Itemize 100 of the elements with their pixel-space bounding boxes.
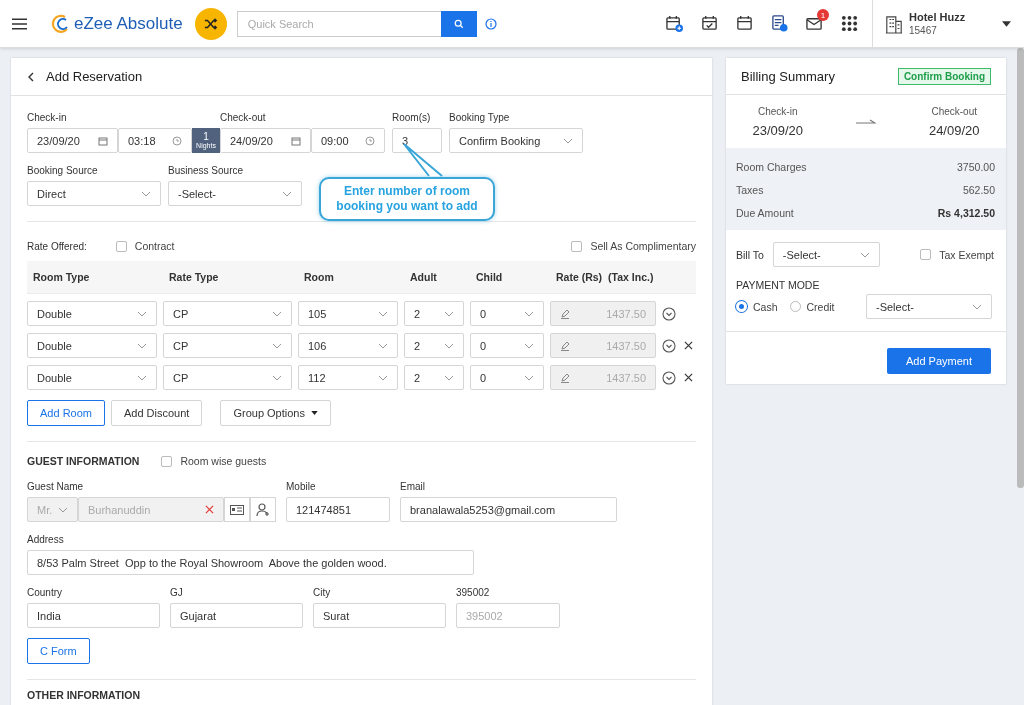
panel-title: Billing Summary — [741, 68, 835, 84]
pencil-icon — [560, 308, 570, 319]
chevron-down-icon — [282, 190, 292, 197]
chevron-down-icon — [137, 310, 147, 317]
date-value: 24/09/20 — [928, 122, 980, 138]
location-field[interactable]: Gujarat — [170, 603, 303, 628]
payment-dropdown[interactable]: -Select- — [866, 294, 992, 319]
field-label: Check-in — [27, 112, 68, 123]
table-dropdown[interactable]: 0 — [470, 333, 544, 358]
table-dropdown[interactable]: Double — [27, 301, 157, 326]
chevron-down-icon — [137, 342, 147, 349]
chevron-down-icon — [859, 251, 870, 258]
radio-label: Credit — [806, 300, 835, 313]
expand-icon[interactable] — [662, 338, 676, 353]
checkbox[interactable] — [161, 455, 173, 467]
chevron-down-icon — [524, 342, 534, 349]
bill-to-dropdown[interactable]: -Select- — [772, 242, 880, 267]
table-dropdown[interactable]: CP — [163, 365, 292, 390]
invoice-icon[interactable] — [771, 15, 788, 32]
date-field[interactable]: 24/09/20 — [220, 128, 311, 153]
chevron-down-icon — [444, 310, 454, 317]
search-button[interactable] — [440, 10, 477, 37]
checkbox[interactable] — [920, 249, 932, 260]
back-icon[interactable] — [28, 71, 34, 82]
calendar-icon[interactable] — [736, 15, 753, 32]
calendar-add-icon[interactable] — [666, 15, 683, 32]
address-field[interactable]: 8/53 Palm Street Opp to the Royal Showroom Above the golden wood. — [27, 550, 474, 575]
remove-icon[interactable] — [684, 341, 693, 350]
info-icon[interactable] — [484, 17, 497, 30]
email-field[interactable]: branalawala5253@gmail.com — [400, 497, 617, 522]
pencil-icon — [560, 372, 570, 383]
shuffle-icon — [203, 16, 218, 31]
field-label: 395002 — [456, 587, 491, 598]
search-field[interactable]: Quick Search — [236, 10, 441, 37]
field-label: Room(s) — [392, 112, 432, 123]
scrollbar[interactable] — [1017, 48, 1024, 488]
field-label: Bill To — [736, 248, 764, 261]
date-value: 23/09/20 — [752, 122, 804, 138]
chevron-down-icon — [378, 342, 388, 349]
table-dropdown[interactable]: 0 — [470, 365, 544, 390]
table-dropdown[interactable]: 2 — [404, 365, 464, 390]
caret-icon[interactable] — [1002, 20, 1011, 27]
radio-label: Cash — [753, 300, 778, 313]
expand-icon[interactable] — [662, 370, 676, 385]
table-dropdown[interactable]: 0 — [470, 301, 544, 326]
rate-offered-label: Rate Offered: — [27, 240, 87, 252]
table-dropdown[interactable]: 2 — [404, 301, 464, 326]
table-dropdown[interactable]: 105 — [298, 301, 398, 326]
add-payment-button[interactable]: Add Payment — [887, 348, 991, 374]
location-field[interactable]: India — [27, 603, 160, 628]
table-dropdown[interactable]: Double — [27, 333, 157, 358]
dropdown-button[interactable]: Group Options — [220, 400, 331, 426]
checkbox-label: Tax Exempt — [939, 248, 994, 261]
charge-label: Room Charges — [736, 160, 807, 173]
remove-icon[interactable] — [684, 373, 693, 382]
location-field[interactable]: Surat — [313, 603, 446, 628]
time-field[interactable]: 09:00 — [311, 128, 385, 153]
time-field[interactable]: 03:18 — [118, 128, 192, 153]
table-dropdown[interactable]: CP — [163, 301, 292, 326]
table-dropdown[interactable]: 112 — [298, 365, 398, 390]
building-icon — [885, 13, 903, 34]
booking-type-dropdown[interactable]: Confirm Booking — [449, 128, 583, 153]
table-dropdown[interactable]: 2 — [404, 333, 464, 358]
source-dropdown[interactable]: Direct — [27, 181, 161, 206]
action-button[interactable]: Add Room — [27, 400, 105, 426]
c-form-button[interactable]: C Form — [27, 638, 90, 664]
tooltip-pointer — [403, 143, 443, 177]
checkbox[interactable] — [115, 240, 127, 252]
calendar-check-icon[interactable] — [701, 15, 718, 32]
mobile-field[interactable]: 121474851 — [286, 497, 390, 522]
menu-icon[interactable] — [12, 17, 27, 30]
table-dropdown[interactable]: CP — [163, 333, 292, 358]
date-field[interactable]: 23/09/20 — [27, 128, 118, 153]
calendar-icon — [98, 135, 108, 146]
field-label: Booking Type — [449, 112, 511, 123]
field-label: Mobile — [286, 481, 317, 492]
checkbox-label: Contract — [134, 240, 175, 252]
table-dropdown[interactable]: Double — [27, 365, 157, 390]
chevron-down-icon — [272, 342, 282, 349]
mail-icon[interactable] — [806, 15, 823, 32]
checkbox[interactable] — [571, 240, 583, 252]
charge-value: 3750.00 — [957, 160, 995, 173]
column-header: Adult — [410, 271, 438, 283]
charge-value: Rs 4,312.50 — [937, 206, 995, 219]
field-label: Address — [27, 534, 65, 545]
column-header: (Tax Inc.) — [608, 271, 654, 283]
hotel-name: Hotel Huzz — [909, 11, 966, 23]
clear-icon[interactable] — [205, 505, 214, 514]
field-label: Country — [27, 587, 63, 598]
id-card-button[interactable] — [224, 497, 250, 522]
table-dropdown[interactable]: 106 — [298, 333, 398, 358]
chevron-down-icon — [972, 303, 982, 310]
apps-grid-icon[interactable] — [841, 15, 858, 32]
action-button[interactable]: Add Discount — [111, 400, 203, 426]
expand-icon[interactable] — [662, 306, 676, 321]
pencil-icon — [560, 340, 570, 351]
chevron-down-icon — [141, 190, 151, 197]
add-guest-button[interactable] — [250, 497, 276, 522]
shuffle-button[interactable] — [194, 7, 227, 40]
source-dropdown[interactable]: -Select- — [168, 181, 302, 206]
